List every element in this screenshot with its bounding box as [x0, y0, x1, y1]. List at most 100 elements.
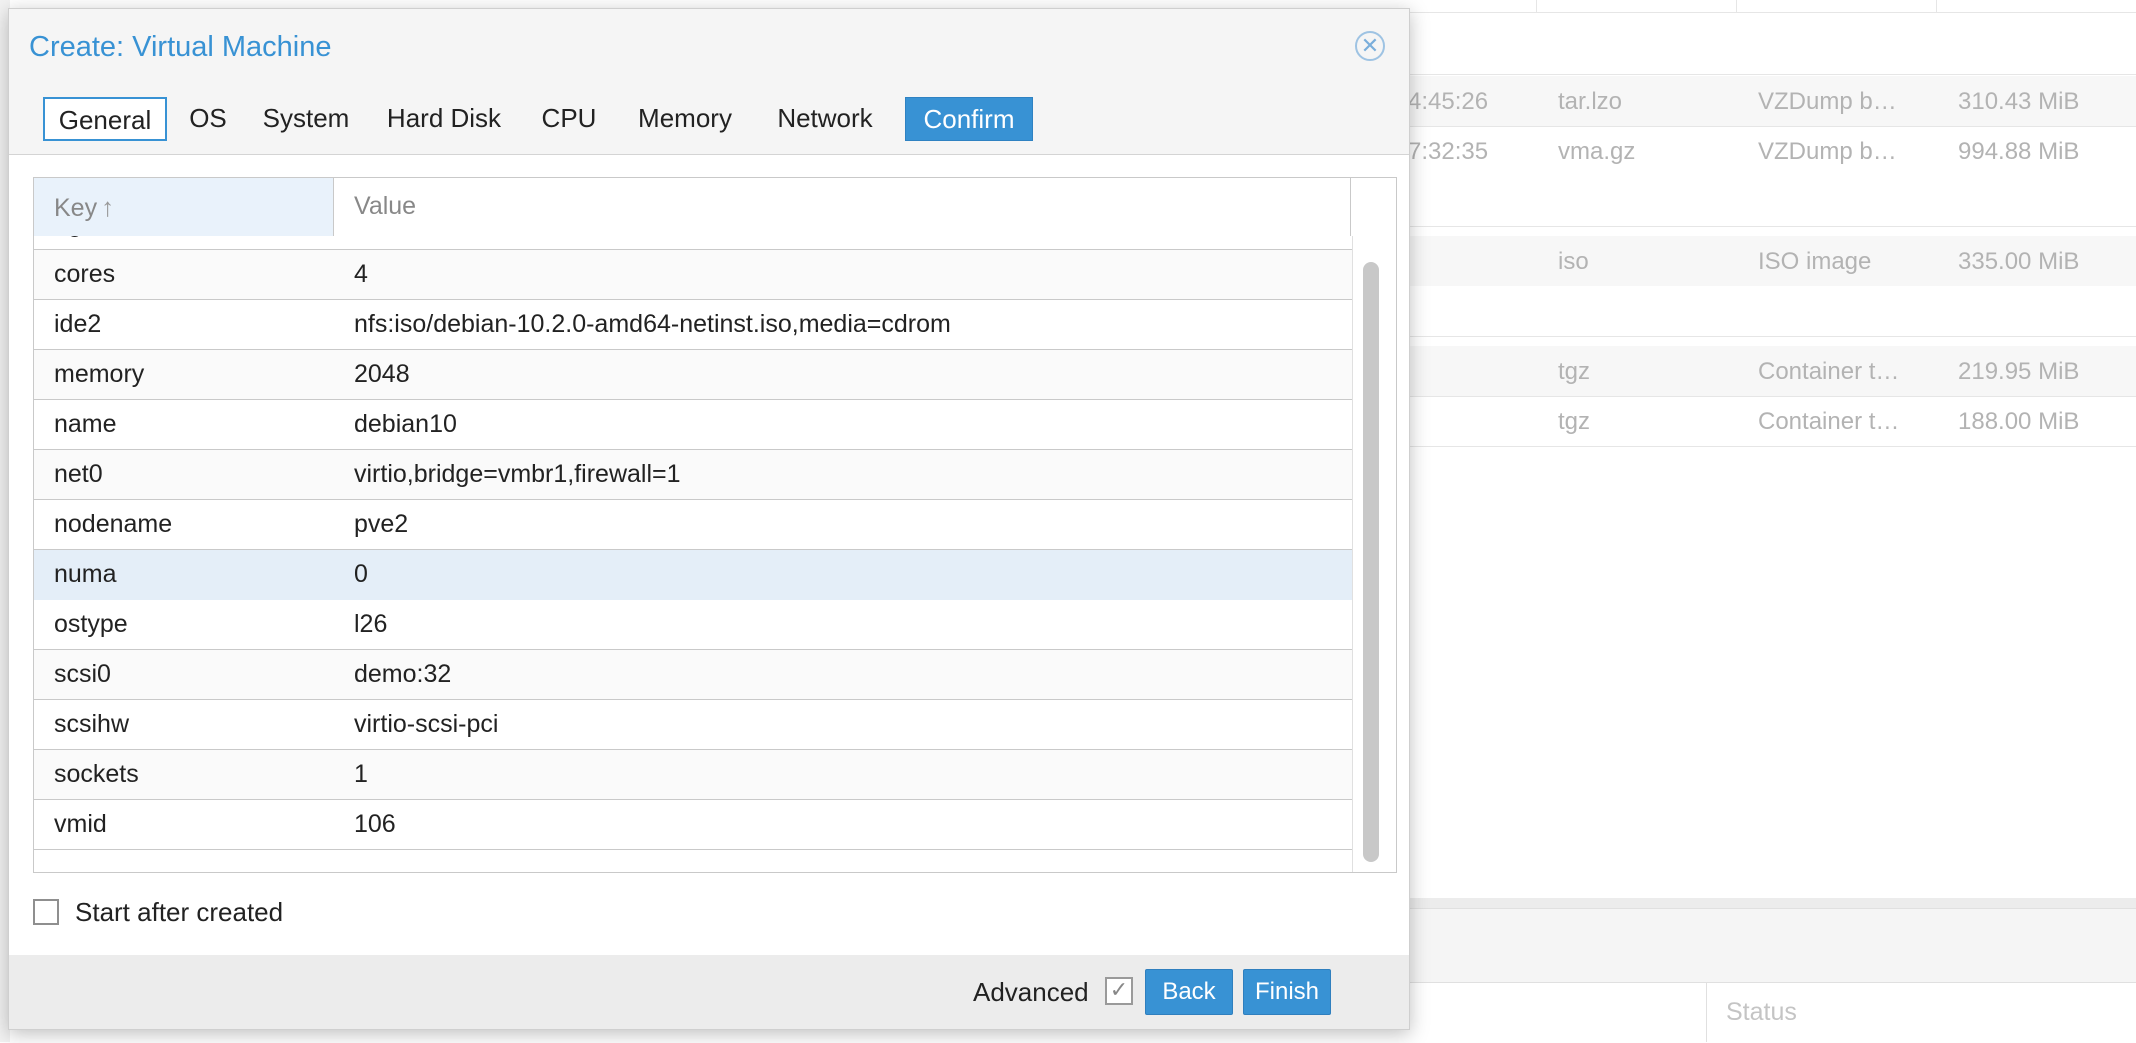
table-row[interactable]: cores 4	[34, 250, 1352, 300]
row-format: tgz	[1558, 358, 1591, 385]
tab-system[interactable]: System	[255, 97, 357, 141]
background-column-separator	[1706, 982, 1707, 1042]
table-row[interactable]: sockets 1	[34, 750, 1352, 800]
background-header-row	[1408, 0, 2136, 13]
row-key: nodename	[54, 510, 173, 538]
background-column-separator	[1536, 0, 1537, 12]
row-key: agent	[54, 236, 117, 239]
table-row[interactable]: net0 virtio,bridge=vmbr1,firewall=1	[34, 450, 1352, 500]
tab-cpu[interactable]: CPU	[531, 97, 607, 141]
row-value: 2048	[354, 360, 410, 388]
background-group-row	[1408, 286, 2136, 337]
table-row[interactable]: vmid 106	[34, 800, 1352, 850]
background-group-row	[1408, 24, 2136, 75]
tab-network[interactable]: Network	[763, 97, 887, 141]
tab-general[interactable]: General	[43, 97, 167, 141]
row-type: ISO image	[1758, 248, 1872, 275]
row-value: virtio-scsi-pci	[354, 710, 499, 738]
row-value: 1	[354, 236, 368, 239]
row-format: tgz	[1558, 408, 1591, 435]
tab-confirm[interactable]: Confirm	[905, 97, 1033, 141]
status-column-header: Status	[1726, 998, 1797, 1026]
sort-ascending-icon: ↑	[101, 192, 115, 222]
row-key: name	[54, 410, 117, 438]
row-key: net0	[54, 460, 103, 488]
start-after-created-label[interactable]: Start after created	[75, 897, 283, 928]
dialog-footer: Advanced ✓ Back Finish	[9, 955, 1409, 1029]
row-value: 106	[354, 810, 396, 838]
advanced-label[interactable]: Advanced	[973, 977, 1089, 1008]
table-row[interactable]: memory 2048	[34, 350, 1352, 400]
background-table-row: tgz Container t… 219.95 MiB	[1408, 346, 2136, 397]
row-format: iso	[1558, 248, 1589, 275]
row-type: VZDump b…	[1758, 88, 1897, 115]
create-vm-dialog: Create: Virtual Machine ✕ General OS Sys…	[8, 8, 1410, 1030]
confirm-panel: Key↑ Value agent 1 cores 4 ide2 nfs:iso/deb…	[9, 154, 1409, 956]
row-key: vmid	[54, 810, 107, 838]
background-table-row: iso ISO image 335.00 MiB	[1408, 236, 2136, 287]
table-row[interactable]: agent 1	[34, 236, 1352, 250]
scrollbar-thumb[interactable]	[1363, 262, 1379, 862]
row-value: 0	[354, 560, 368, 588]
background-table-row: 4:45:26 tar.lzo VZDump b… 310.43 MiB	[1408, 76, 2136, 127]
column-header-key-label: Key	[54, 194, 98, 222]
background-column-separator	[1936, 0, 1937, 12]
grid-scrollbar[interactable]	[1352, 236, 1396, 872]
row-value: demo:32	[354, 660, 452, 688]
row-key: ostype	[54, 610, 128, 638]
row-format: tar.lzo	[1558, 88, 1623, 115]
back-button[interactable]: Back	[1145, 969, 1233, 1015]
row-type: VZDump b…	[1758, 138, 1897, 165]
row-key: scsihw	[54, 710, 130, 738]
grid-rows: agent 1 cores 4 ide2 nfs:iso/debian-10.2.0-…	[34, 236, 1352, 850]
table-row[interactable]: scsihw virtio-scsi-pci	[34, 700, 1352, 750]
advanced-checkbox[interactable]: ✓	[1105, 977, 1133, 1005]
row-key: cores	[54, 260, 116, 288]
row-value: l26	[354, 610, 388, 638]
grid-header: Key ↑ Value	[34, 178, 1396, 237]
tab-memory[interactable]: Memory	[625, 97, 745, 141]
background-column-separator	[1736, 0, 1737, 12]
row-type: Container t…	[1758, 358, 1900, 385]
column-header-value[interactable]: Value	[334, 178, 1351, 236]
row-size: 310.43 MiB	[1958, 88, 2080, 115]
row-key: numa	[54, 560, 117, 588]
table-row[interactable]: scsi0 demo:32	[34, 650, 1352, 700]
dialog-title: Create: Virtual Machine	[29, 31, 332, 63]
row-size: 994.88 MiB	[1958, 138, 2080, 165]
row-key: ide2	[54, 310, 102, 338]
row-value: virtio,bridge=vmbr1,firewall=1	[354, 460, 681, 488]
background-table-row: 7:32:35 vma.gz VZDump b… 994.88 MiB	[1408, 126, 2136, 177]
table-row-selected[interactable]: numa 0	[34, 550, 1352, 600]
start-after-created-checkbox[interactable]	[33, 899, 59, 925]
row-key: memory	[54, 360, 145, 388]
row-key: sockets	[54, 760, 139, 788]
tab-os[interactable]: OS	[177, 97, 239, 141]
row-key: scsi0	[54, 660, 111, 688]
row-value: 1	[354, 760, 368, 788]
table-row[interactable]: ide2 nfs:iso/debian-10.2.0-amd64-netinst.…	[34, 300, 1352, 350]
row-value: nfs:iso/debian-10.2.0-amd64-netinst.iso,…	[354, 310, 951, 338]
row-time: 4:45:26	[1408, 88, 1489, 115]
row-time: 7:32:35	[1408, 138, 1489, 165]
table-row[interactable]: nodename pve2	[34, 500, 1352, 550]
background-splitter	[1408, 898, 2136, 908]
grid-body[interactable]: agent 1 cores 4 ide2 nfs:iso/debian-10.2.0-…	[34, 236, 1352, 872]
close-icon[interactable]: ✕	[1355, 31, 1385, 61]
background-group-row	[1408, 176, 2136, 227]
finish-button[interactable]: Finish	[1243, 969, 1331, 1015]
dialog-header: Create: Virtual Machine ✕	[9, 9, 1409, 81]
checkmark-icon: ✓	[1109, 977, 1129, 1002]
row-format: vma.gz	[1558, 138, 1636, 165]
table-row[interactable]: ostype l26	[34, 600, 1352, 650]
table-row[interactable]: name debian10	[34, 400, 1352, 450]
row-value: debian10	[354, 410, 457, 438]
row-size: 219.95 MiB	[1958, 358, 2080, 385]
row-value: 4	[354, 260, 368, 288]
tab-hard-disk[interactable]: Hard Disk	[373, 97, 515, 141]
column-header-key[interactable]: Key ↑	[34, 178, 334, 236]
row-size: 188.00 MiB	[1958, 408, 2080, 435]
background-table-row: tgz Container t… 188.00 MiB	[1408, 396, 2136, 447]
row-type: Container t…	[1758, 408, 1900, 435]
row-value: pve2	[354, 510, 409, 538]
